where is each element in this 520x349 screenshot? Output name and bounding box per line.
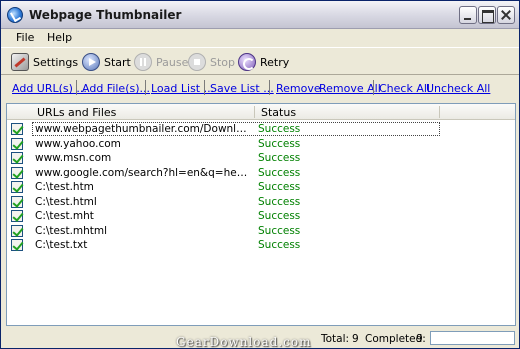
table-row[interactable]: C:\test.html Success xyxy=(7,195,515,210)
save-list-link[interactable]: Save List ... xyxy=(210,82,274,95)
row-checkbox[interactable] xyxy=(11,137,23,150)
url-cell: www.msn.com xyxy=(35,152,112,164)
url-list[interactable]: URLs and Files Status www.webpagethumbna… xyxy=(6,103,516,326)
table-row[interactable]: www.webpagethumbnailer.com/Download.html… xyxy=(7,122,515,137)
pause-icon xyxy=(134,53,152,71)
status-cell: Success xyxy=(258,239,301,251)
retry-icon xyxy=(238,53,256,71)
settings-button[interactable]: Settings xyxy=(11,52,78,72)
url-cell: C:\test.html xyxy=(35,195,97,208)
link-divider xyxy=(204,80,205,95)
total-label: Total: xyxy=(321,333,350,345)
stop-icon xyxy=(188,53,206,71)
table-row[interactable]: C:\test.htm Success xyxy=(7,180,515,195)
status-cell: Success xyxy=(258,195,301,208)
url-cell: www.google.com/search?hl=en&q=hello+worl… xyxy=(35,166,249,179)
url-cell: www.webpagethumbnailer.com/Download.html xyxy=(35,123,249,135)
stop-button[interactable]: Stop xyxy=(188,52,235,72)
remove-all-link[interactable]: Remove All xyxy=(319,82,381,95)
link-divider xyxy=(269,80,270,95)
play-icon xyxy=(82,53,100,71)
uncheck-all-link[interactable]: Uncheck All xyxy=(426,82,490,95)
retry-button[interactable]: Retry xyxy=(238,52,289,72)
action-link-bar: Add URL(s) ... Add File(s)... Load List … xyxy=(1,76,519,100)
close-button[interactable] xyxy=(497,6,515,24)
url-cell: C:\test.txt xyxy=(35,239,88,251)
link-divider xyxy=(76,80,77,95)
pause-button[interactable]: Pause xyxy=(134,52,188,72)
minimize-button[interactable] xyxy=(459,6,477,24)
start-label: Start xyxy=(104,55,131,69)
table-row[interactable]: www.yahoo.com Success xyxy=(7,137,515,152)
status-cell: Success xyxy=(258,181,301,193)
app-window: Webpage Thumbnailer File Help Settings S… xyxy=(0,0,520,349)
table-row[interactable]: www.google.com/search?hl=en&q=hello+worl… xyxy=(7,166,515,181)
url-cell: www.yahoo.com xyxy=(35,137,121,150)
check-all-link[interactable]: Check All xyxy=(379,82,430,95)
table-row[interactable]: C:\test.mht Success xyxy=(7,209,515,224)
table-row[interactable]: C:\test.mhtml Success xyxy=(7,224,515,239)
total-count: 9 xyxy=(352,333,359,345)
link-divider xyxy=(373,80,374,95)
row-checkbox[interactable] xyxy=(11,152,23,164)
list-header: URLs and Files Status xyxy=(7,104,515,120)
row-checkbox[interactable] xyxy=(11,181,23,193)
completed-count: 9 xyxy=(416,333,423,345)
column-divider[interactable] xyxy=(254,106,255,118)
row-checkbox[interactable] xyxy=(11,166,23,179)
stop-label: Stop xyxy=(210,55,236,69)
add-files-link[interactable]: Add File(s)... xyxy=(82,82,150,95)
window-title: Webpage Thumbnailer xyxy=(29,8,182,22)
column-header-urls[interactable]: URLs and Files xyxy=(37,106,116,119)
pause-label: Pause xyxy=(156,55,189,69)
title-bar[interactable]: Webpage Thumbnailer xyxy=(1,1,519,29)
status-cell: Success xyxy=(258,123,301,135)
watermark-logo: GearDownload.com xyxy=(176,335,312,349)
column-header-status[interactable]: Status xyxy=(261,106,296,119)
row-checkbox[interactable] xyxy=(11,195,23,208)
status-cell: Success xyxy=(258,210,301,222)
row-checkbox[interactable] xyxy=(11,224,23,237)
start-button[interactable]: Start xyxy=(82,52,131,72)
link-divider xyxy=(145,80,146,95)
settings-label: Settings xyxy=(33,55,79,69)
remove-link[interactable]: Remove xyxy=(276,82,321,95)
table-row[interactable]: C:\test.txt Success xyxy=(7,238,515,253)
url-cell: C:\test.mht xyxy=(35,210,94,222)
table-row[interactable]: www.msn.com Success xyxy=(7,151,515,166)
status-cell: Success xyxy=(258,152,301,164)
url-cell: C:\test.mhtml xyxy=(35,224,108,237)
menu-bar: File Help xyxy=(1,29,519,47)
row-checkbox[interactable] xyxy=(11,239,23,251)
toolbar: Settings Start Pause Stop Retry xyxy=(1,47,519,75)
progress-bar xyxy=(430,331,515,345)
status-cell: Success xyxy=(258,224,301,237)
status-cell: Success xyxy=(258,137,301,150)
status-cell: Success xyxy=(258,166,301,179)
column-divider[interactable] xyxy=(439,106,440,118)
menu-file[interactable]: File xyxy=(16,31,34,44)
app-logo-icon xyxy=(7,7,23,23)
row-checkbox[interactable] xyxy=(11,210,23,222)
maximize-button[interactable] xyxy=(478,6,496,24)
settings-icon xyxy=(11,53,29,71)
url-cell: C:\test.htm xyxy=(35,181,94,193)
row-checkbox[interactable] xyxy=(11,123,23,135)
menu-help[interactable]: Help xyxy=(47,31,72,44)
retry-label: Retry xyxy=(260,55,290,69)
